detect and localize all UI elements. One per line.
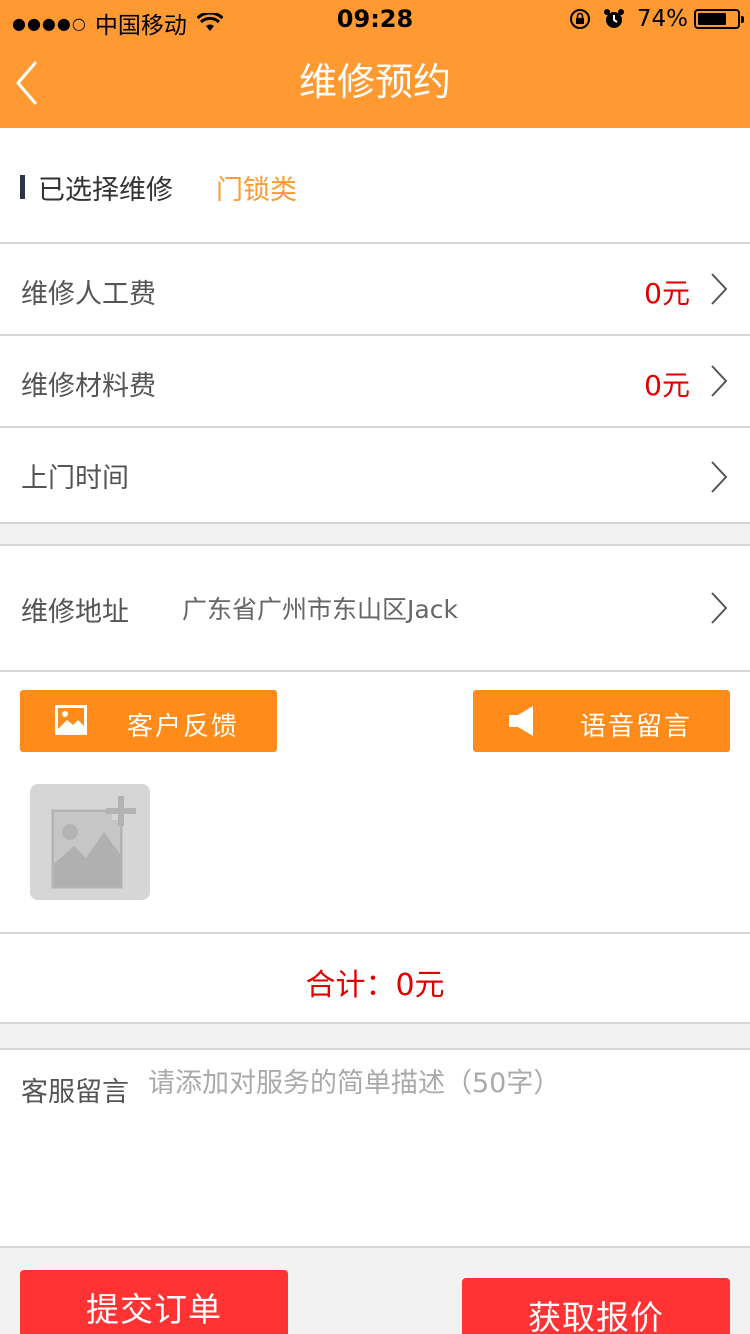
section-marker [20, 175, 25, 199]
repair-address-row[interactable]: 维修地址 广东省广州市东山区Jack [0, 546, 750, 670]
service-message-input[interactable] [148, 1062, 728, 1232]
add-photo-button[interactable] [30, 784, 150, 900]
image-icon [55, 705, 87, 735]
voice-message-label: 语音留言 [580, 712, 693, 742]
repair-address-value: 广东省广州市东山区Jack [182, 595, 458, 624]
material-fee-value: 0元 [644, 369, 690, 402]
material-fee-label: 维修材料费 [21, 371, 156, 402]
bottom-action-bar: 提交订单 获取报价 [0, 1248, 750, 1334]
status-right: 74% [569, 6, 744, 32]
get-quote-button[interactable]: 获取报价 [462, 1278, 730, 1334]
media-section: 客户反馈 语音留言 [0, 672, 750, 932]
total-amount: 合计：0元 [305, 968, 445, 1003]
speaker-icon [509, 706, 533, 736]
selected-repair-row: 已选择维修 门锁类 [0, 128, 750, 242]
battery-icon [694, 9, 744, 29]
voice-message-button[interactable]: 语音留言 [473, 690, 730, 752]
visit-time-row[interactable]: 上门时间 [0, 428, 750, 522]
chevron-right-icon [711, 592, 728, 624]
labor-fee-label: 维修人工费 [21, 279, 156, 310]
customer-feedback-label: 客户反馈 [127, 712, 240, 742]
chevron-right-icon [711, 461, 728, 493]
divider [0, 522, 750, 524]
divider [0, 1022, 750, 1024]
add-photo-icon [51, 796, 136, 889]
alarm-icon [603, 9, 624, 28]
material-fee-row[interactable]: 维修材料费 0元 [0, 336, 750, 426]
repair-address-label: 维修地址 [21, 597, 129, 628]
battery-level [698, 13, 727, 25]
total-row: 合计：0元 [0, 934, 750, 1022]
chevron-right-icon [711, 273, 728, 305]
selected-repair-value: 门锁类 [216, 175, 297, 206]
battery-percent: 74% [636, 6, 688, 32]
customer-feedback-button[interactable]: 客户反馈 [20, 690, 277, 752]
nav-bar: 维修预约 [0, 40, 750, 128]
rotation-lock-icon [569, 9, 590, 29]
page-title: 维修预约 [298, 60, 451, 104]
service-message-label: 客服留言 [21, 1077, 129, 1108]
chevron-right-icon [711, 365, 728, 397]
app-header: ●●●●○ 中国移动 09:28 74% 维修预约 [0, 0, 750, 128]
message-section: 客服留言 [0, 1050, 750, 1246]
status-bar: ●●●●○ 中国移动 09:28 74% [0, 0, 750, 40]
visit-time-label: 上门时间 [21, 463, 129, 494]
labor-fee-row[interactable]: 维修人工费 0元 [0, 244, 750, 334]
submit-order-button[interactable]: 提交订单 [20, 1270, 288, 1334]
labor-fee-value: 0元 [644, 277, 690, 310]
selected-repair-label: 已选择维修 [38, 175, 173, 206]
